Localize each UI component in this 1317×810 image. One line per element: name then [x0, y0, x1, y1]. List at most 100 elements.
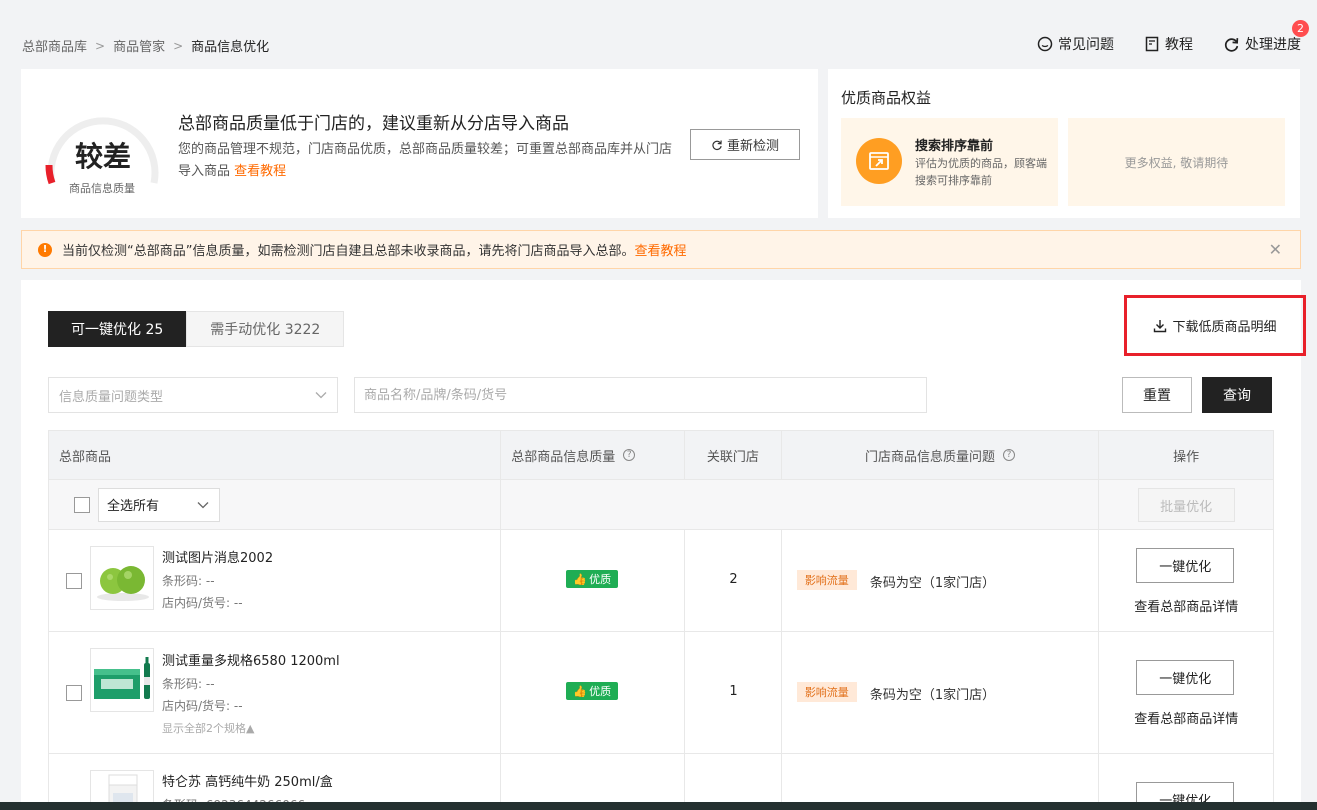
benefit-card: 优质商品权益 搜索排序靠前 评估为优质的商品，顾客端搜索可排序靠前 更多权益, … [828, 69, 1300, 218]
product-barcode: 条形码: -- [162, 677, 215, 691]
tab-one-click[interactable]: 可一键优化 25 [48, 311, 187, 347]
rank-up-icon [856, 138, 902, 184]
thumbs-up-icon: 👍 [573, 684, 588, 698]
select-all-dropdown[interactable]: 全选所有 [98, 487, 220, 522]
col-header-quality-label: 总部商品信息质量 [511, 449, 616, 465]
quality-desc: 您的商品管理不规范，门店商品优质，总部商品质量较差；可重置总部商品库并从门店导入… [178, 139, 678, 183]
quality-badge: 👍 优质 [566, 682, 619, 700]
notice-tutorial-link[interactable]: 查看教程 [634, 240, 686, 259]
benefit-item-desc: 评估为优质的商品，顾客端搜索可排序靠前 [915, 157, 1047, 187]
quality-badge: 👍 优质 [566, 570, 619, 588]
benefit-title: 优质商品权益 [841, 89, 932, 107]
quality-level-label: 商品信息质量 [69, 182, 135, 195]
product-thumbnail [90, 546, 154, 610]
chevron-right-icon: > [173, 38, 184, 53]
tab-manual[interactable]: 需手动优化 3222 [186, 311, 345, 347]
col-header-product: 总部商品 [49, 431, 502, 479]
view-detail-link[interactable]: 查看总部商品详情 [1099, 708, 1273, 727]
col-header-stores: 关联门店 [685, 431, 782, 479]
issue-tag: 影响流量 [796, 570, 857, 590]
chevron-down-icon [315, 392, 327, 399]
faq-label: 常见问题 [1058, 37, 1114, 53]
issue-tag: 影响流量 [796, 682, 857, 702]
benefit-more: 更多权益, 敬请期待 [1068, 118, 1285, 206]
product-name: 测试重量多规格6580 1200ml [162, 654, 340, 669]
optimize-button[interactable]: 一键优化 [1136, 660, 1235, 695]
search-input[interactable] [354, 377, 927, 413]
store-count: 1 [729, 684, 738, 699]
main-panel: 可一键优化 25 需手动优化 3222 下载低质商品明细 信息质量问题类型 重置… [21, 280, 1306, 810]
product-sku: 店内码/货号: -- [162, 699, 243, 713]
issue-type-select[interactable]: 信息质量问题类型 [48, 377, 338, 413]
help-icon[interactable]: ? [623, 449, 636, 461]
quality-cell: 👍 优质 [501, 530, 685, 631]
select-all-checkbox[interactable] [74, 496, 90, 513]
view-detail-link[interactable]: 查看总部商品详情 [1099, 596, 1273, 615]
help-icon[interactable]: ? [1003, 449, 1016, 461]
refresh-icon [1224, 37, 1239, 52]
recheck-button[interactable]: 重新检测 [690, 129, 800, 160]
row-checkbox[interactable] [66, 685, 82, 701]
store-count: 2 [729, 572, 738, 587]
reset-button[interactable]: 重置 [1122, 377, 1192, 413]
select-all-label: 全选所有 [107, 499, 160, 514]
quality-cell: 👍 优质 [501, 632, 685, 753]
breadcrumb-item-manager[interactable]: 商品管家 [113, 36, 165, 55]
benefit-item-search-rank: 搜索排序靠前 评估为优质的商品，顾客端搜索可排序靠前 [841, 118, 1058, 206]
col-header-quality: 总部商品信息质量? [501, 431, 685, 479]
product-name: 特仑苏 高钙纯牛奶 250ml/盒 [162, 775, 333, 790]
benefit-item-name: 搜索排序靠前 [915, 139, 994, 154]
product-cell: 测试重量多规格6580 1200ml 条形码: -- 店内码/货号: -- 显示… [49, 632, 502, 753]
store-issue-cell: 影响流量 条码为空（1家门店） [782, 632, 1100, 753]
progress-link[interactable]: 处理进度 2 [1223, 20, 1309, 54]
quality-title: 总部商品质量低于门店的，建议重新从分店导入商品 [178, 114, 569, 134]
col-header-action: 操作 [1173, 449, 1200, 465]
product-cell: 测试图片消息2002 条形码: -- 店内码/货号: -- [49, 530, 502, 631]
query-button[interactable]: 查询 [1202, 377, 1272, 413]
notice-text: 当前仅检测“总部商品”信息质量，如需检测门店自建且总部未收录商品，请先将门店商品… [62, 244, 635, 259]
close-icon[interactable]: ✕ [1269, 240, 1282, 259]
product-barcode: 条形码: -- [162, 574, 215, 588]
chat-bubble-icon [1037, 36, 1053, 52]
product-sku: 店内码/货号: -- [162, 596, 243, 610]
col-header-store-issue-label: 门店商品信息质量问题 [865, 449, 996, 465]
product-table: 总部商品 总部商品信息质量? 关联门店 门店商品信息质量问题? 操作 全选所有 … [48, 430, 1274, 810]
progress-badge: 2 [1292, 20, 1309, 37]
table-row: 测试重量多规格6580 1200ml 条形码: -- 店内码/货号: -- 显示… [48, 632, 1274, 754]
download-button[interactable]: 下载低质商品明细 [1124, 295, 1306, 356]
action-cell: 一键优化 查看总部商品详情 [1099, 530, 1273, 631]
notice-banner: ! 当前仅检测“总部商品”信息质量，如需检测门店自建且总部未收录商品，请先将门店… [21, 230, 1301, 269]
issue-text: 条码为空（1家门店） [869, 576, 996, 591]
table-row: 测试图片消息2002 条形码: -- 店内码/货号: -- 👍 优质 2 影响流量… [48, 530, 1274, 632]
refresh-icon [712, 139, 722, 150]
stores-cell: 1 [685, 632, 782, 753]
issue-text: 条码为空（1家门店） [869, 688, 996, 703]
quality-level: 较差 [74, 140, 131, 173]
bottom-bar [0, 802, 1317, 810]
batch-cell: 批量优化 [1099, 480, 1273, 529]
chevron-right-icon: > [95, 38, 106, 53]
tab-bar: 可一键优化 25 需手动优化 3222 [48, 311, 345, 347]
top-actions: 常见问题 教程 处理进度 2 [1037, 20, 1309, 54]
row-checkbox[interactable] [66, 573, 82, 589]
optimize-button[interactable]: 一键优化 [1136, 548, 1235, 583]
store-issue-cell: 影响流量 条码为空（1家门店） [782, 530, 1100, 631]
breadcrumb-item-current: 商品信息优化 [191, 40, 270, 55]
quality-card: 较差 商品信息质量 总部商品质量低于门店的，建议重新从分店导入商品 您的商品管理… [21, 69, 818, 218]
select-row-spacer [501, 480, 1100, 529]
recheck-label: 重新检测 [726, 139, 779, 154]
batch-optimize-button[interactable]: 批量优化 [1137, 488, 1235, 522]
quality-tutorial-link[interactable]: 查看教程 [234, 164, 286, 179]
table-header: 总部商品 总部商品信息质量? 关联门店 门店商品信息质量问题? 操作 [48, 430, 1274, 480]
issue-type-placeholder: 信息质量问题类型 [59, 389, 164, 405]
info-icon: ! [38, 242, 52, 257]
product-thumbnail [90, 648, 154, 712]
tutorial-link[interactable]: 教程 [1144, 34, 1193, 54]
show-all-specs-link[interactable]: 显示全部2个规格▲ [162, 720, 254, 736]
col-header-store-issue: 门店商品信息质量问题? [782, 431, 1100, 479]
tutorial-label: 教程 [1165, 37, 1193, 53]
document-icon [1145, 36, 1159, 52]
quality-badge-label: 优质 [589, 685, 612, 698]
breadcrumb-item-library[interactable]: 总部商品库 [22, 36, 87, 55]
faq-link[interactable]: 常见问题 [1037, 34, 1114, 54]
